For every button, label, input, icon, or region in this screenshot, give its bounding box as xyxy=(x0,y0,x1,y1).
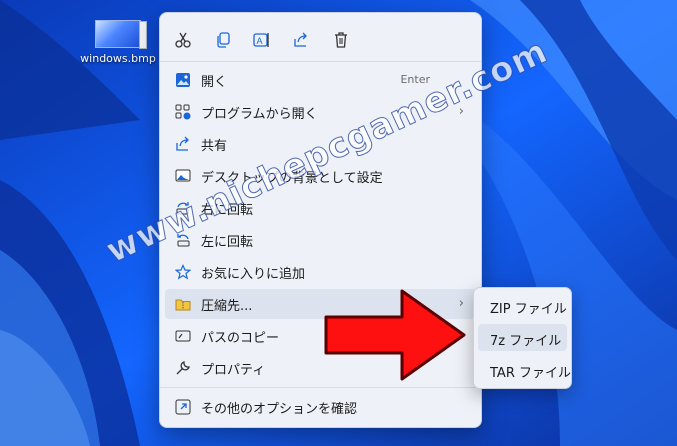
submenu-item-7z[interactable]: 7z ファイル xyxy=(478,324,567,351)
toolbar-divider xyxy=(160,61,481,62)
submenu-item-label: 7z ファイル xyxy=(490,334,562,349)
share-icon[interactable] xyxy=(290,29,312,51)
desktop-file-icon[interactable]: windows.bmp xyxy=(78,20,158,65)
menu-item-open[interactable]: 開く Enter xyxy=(165,65,476,95)
submenu-item-label: TAR ファイル xyxy=(490,366,571,381)
compress-submenu: ZIP ファイル 7z ファイル TAR ファイル xyxy=(473,287,572,389)
desktop-background-icon xyxy=(175,169,191,182)
menu-item-label: 開く xyxy=(201,75,228,90)
menu-item-share[interactable]: 共有 xyxy=(165,129,476,159)
menu-item-label: プロパティ xyxy=(201,363,266,378)
bmp-thumbnail-icon xyxy=(95,20,147,49)
menu-item-label: その他のオプションを確認 xyxy=(201,402,358,417)
menu-item-label: 圧縮先... xyxy=(201,299,253,314)
cut-icon[interactable] xyxy=(172,29,194,51)
menu-item-rotate-left[interactable]: 左に回転 xyxy=(165,225,476,255)
desktop-file-label: windows.bmp xyxy=(80,52,156,65)
copy-icon[interactable] xyxy=(212,29,234,51)
image-icon xyxy=(176,73,190,87)
rotate-left-icon xyxy=(177,234,190,247)
svg-text:A: A xyxy=(257,36,263,46)
more-options-icon xyxy=(175,399,191,415)
menu-item-set-background[interactable]: デスクトップの背景として設定 xyxy=(165,161,476,191)
delete-icon[interactable] xyxy=(330,29,352,51)
star-icon xyxy=(175,264,191,280)
menu-divider xyxy=(160,387,481,388)
menu-item-label: プログラムから開く xyxy=(201,107,318,122)
wrench-icon xyxy=(176,361,190,375)
share-icon xyxy=(176,136,189,151)
submenu-item-zip[interactable]: ZIP ファイル xyxy=(478,292,567,319)
rotate-right-icon xyxy=(176,202,189,215)
shortcut-label: Enter xyxy=(400,73,430,86)
submenu-item-tar[interactable]: TAR ファイル xyxy=(478,356,571,383)
submenu-item-label: ZIP ファイル xyxy=(490,302,567,317)
copy-path-icon xyxy=(175,330,191,342)
chevron-right-icon: › xyxy=(458,104,464,119)
menu-item-label: 右に回転 xyxy=(201,203,254,218)
menu-item-more-options[interactable]: その他のオプションを確認 xyxy=(165,392,476,422)
menu-item-label: 共有 xyxy=(201,139,228,154)
menu-item-label: 左に回転 xyxy=(201,235,254,250)
menu-item-label: お気に入りに追加 xyxy=(201,267,306,282)
zip-folder-icon xyxy=(175,299,191,311)
rename-icon[interactable]: A xyxy=(251,29,273,51)
context-toolbar: A xyxy=(160,23,481,57)
menu-item-open-with[interactable]: プログラムから開く › xyxy=(165,97,476,127)
menu-item-label: デスクトップの背景として設定 xyxy=(201,171,383,186)
apps-icon xyxy=(175,104,191,120)
menu-item-add-favorite[interactable]: お気に入りに追加 xyxy=(165,257,476,287)
menu-item-rotate-right[interactable]: 右に回転 xyxy=(165,193,476,223)
red-arrow-icon xyxy=(324,289,466,381)
menu-item-label: パスのコピー xyxy=(201,331,280,346)
